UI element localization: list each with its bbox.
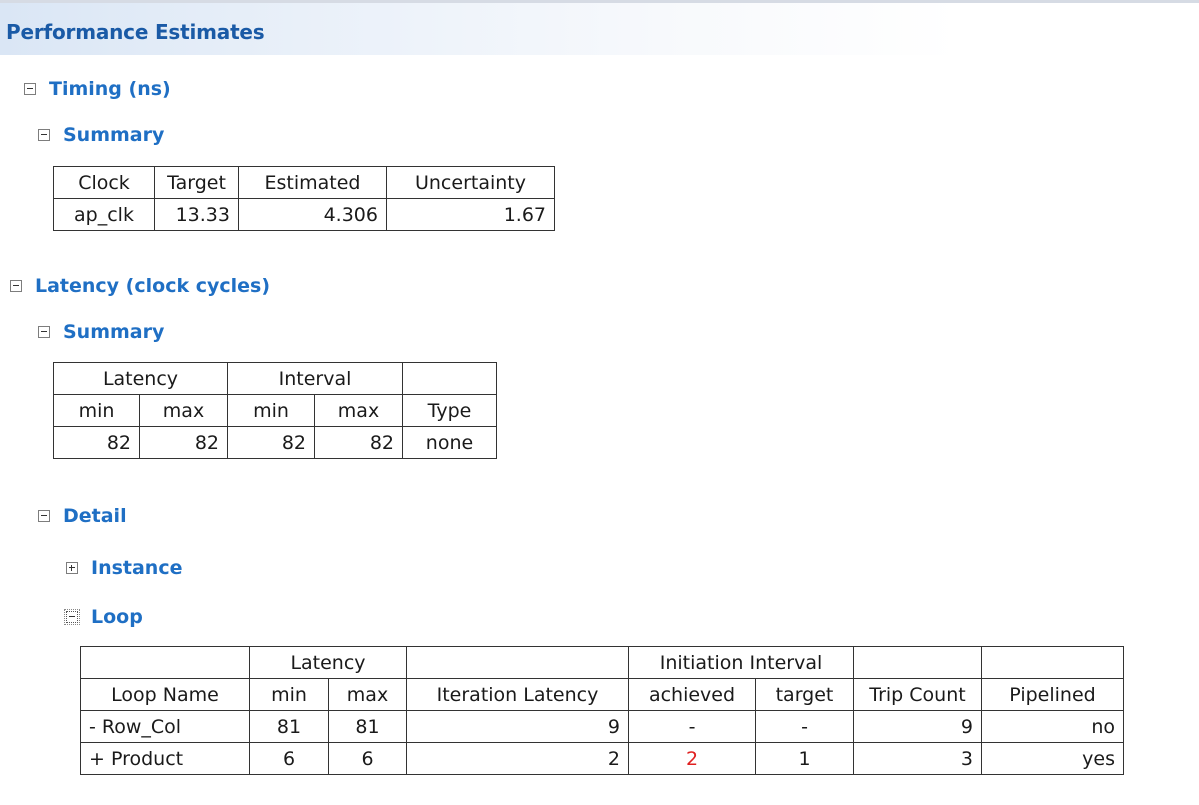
section-detail[interactable]: Detail	[38, 505, 127, 527]
expand-icon[interactable]	[66, 562, 78, 574]
table-group-header: Interval	[227, 362, 403, 395]
table-header-cell: Uncertainty	[386, 166, 555, 199]
loop-table: Latency Initiation Interval Loop Name mi…	[80, 646, 1124, 775]
section-instance[interactable]: Instance	[66, 557, 182, 579]
timing-summary-table: Clock Target Estimated Uncertainty ap_cl…	[53, 166, 555, 231]
table-group-header-row: Latency Initiation Interval	[80, 646, 1124, 679]
table-empty-cell	[406, 646, 629, 679]
table-cell: -	[755, 710, 854, 743]
table-row: + Product 6 6 2 2 1 3 yes	[80, 742, 1124, 775]
table-cell: -	[628, 710, 756, 743]
section-title-instance: Instance	[91, 557, 183, 579]
table-header-cell: Clock	[53, 166, 155, 199]
section-title-detail: Detail	[63, 505, 127, 527]
table-cell: no	[981, 710, 1124, 743]
table-cell: 82	[314, 426, 403, 459]
table-group-header: Latency	[249, 646, 407, 679]
table-cell: 4.306	[238, 198, 387, 231]
table-cell: 6	[249, 742, 329, 775]
table-empty-cell	[853, 646, 982, 679]
table-header-cell: min	[227, 394, 315, 427]
table-cell: ap_clk	[53, 198, 155, 231]
section-title-timing-summary: Summary	[63, 124, 165, 146]
table-cell: 82	[227, 426, 315, 459]
page-header: Performance Estimates	[0, 3, 1199, 55]
collapse-icon[interactable]	[24, 83, 36, 95]
table-header-cell: Trip Count	[853, 678, 982, 711]
table-cell: 82	[53, 426, 140, 459]
table-empty-cell	[80, 646, 250, 679]
table-header-cell: Target	[154, 166, 239, 199]
table-header-cell: achieved	[628, 678, 756, 711]
table-row: ap_clk 13.33 4.306 1.67	[53, 198, 555, 231]
table-cell: - Row_Col	[80, 710, 250, 743]
table-header-cell: min	[53, 394, 140, 427]
section-timing[interactable]: Timing (ns)	[24, 78, 171, 100]
collapse-icon[interactable]	[64, 609, 80, 625]
table-row: 82 82 82 82 none	[53, 426, 497, 459]
section-latency[interactable]: Latency (clock cycles)	[10, 275, 270, 297]
table-cell: 2	[406, 742, 629, 775]
table-header-cell: max	[314, 394, 403, 427]
table-cell: 9	[853, 710, 982, 743]
page-title: Performance Estimates	[6, 20, 265, 44]
table-cell: 9	[406, 710, 629, 743]
table-header-row: min max min max Type	[53, 394, 497, 427]
table-header-cell: Estimated	[238, 166, 387, 199]
table-empty-cell	[402, 362, 497, 395]
table-cell: 81	[249, 710, 329, 743]
table-group-header: Latency	[53, 362, 228, 395]
table-empty-cell	[981, 646, 1124, 679]
table-cell: 1.67	[386, 198, 555, 231]
table-cell-violation: 2	[628, 742, 756, 775]
table-header-cell: Iteration Latency	[406, 678, 629, 711]
section-loop[interactable]: Loop	[64, 606, 143, 628]
section-title-latency-summary: Summary	[63, 321, 165, 343]
collapse-icon[interactable]	[38, 510, 50, 522]
table-cell: 81	[328, 710, 407, 743]
collapse-icon[interactable]	[10, 280, 22, 292]
table-header-cell: max	[328, 678, 407, 711]
table-header-cell: max	[139, 394, 228, 427]
section-title-timing: Timing (ns)	[49, 78, 171, 100]
table-cell: 82	[139, 426, 228, 459]
table-header-row: Clock Target Estimated Uncertainty	[53, 166, 555, 199]
table-header-cell: Loop Name	[80, 678, 250, 711]
table-header-cell: Pipelined	[981, 678, 1124, 711]
table-row: - Row_Col 81 81 9 - - 9 no	[80, 710, 1124, 743]
table-header-cell: Type	[402, 394, 497, 427]
table-cell: none	[402, 426, 497, 459]
table-cell: 3	[853, 742, 982, 775]
section-latency-summary[interactable]: Summary	[38, 321, 164, 343]
table-cell: yes	[981, 742, 1124, 775]
section-title-loop: Loop	[91, 606, 143, 628]
table-cell: 1	[755, 742, 854, 775]
table-header-row: Loop Name min max Iteration Latency achi…	[80, 678, 1124, 711]
table-group-header-row: Latency Interval	[53, 362, 497, 395]
table-header-cell: min	[249, 678, 329, 711]
latency-summary-table: Latency Interval min max min max Type 82…	[53, 362, 497, 459]
table-cell: 6	[328, 742, 407, 775]
section-title-latency: Latency (clock cycles)	[35, 275, 271, 297]
table-cell: + Product	[80, 742, 250, 775]
table-group-header: Initiation Interval	[628, 646, 854, 679]
section-timing-summary[interactable]: Summary	[38, 124, 164, 146]
table-header-cell: target	[755, 678, 854, 711]
collapse-icon[interactable]	[38, 129, 50, 141]
table-cell: 13.33	[154, 198, 239, 231]
collapse-icon[interactable]	[38, 326, 50, 338]
